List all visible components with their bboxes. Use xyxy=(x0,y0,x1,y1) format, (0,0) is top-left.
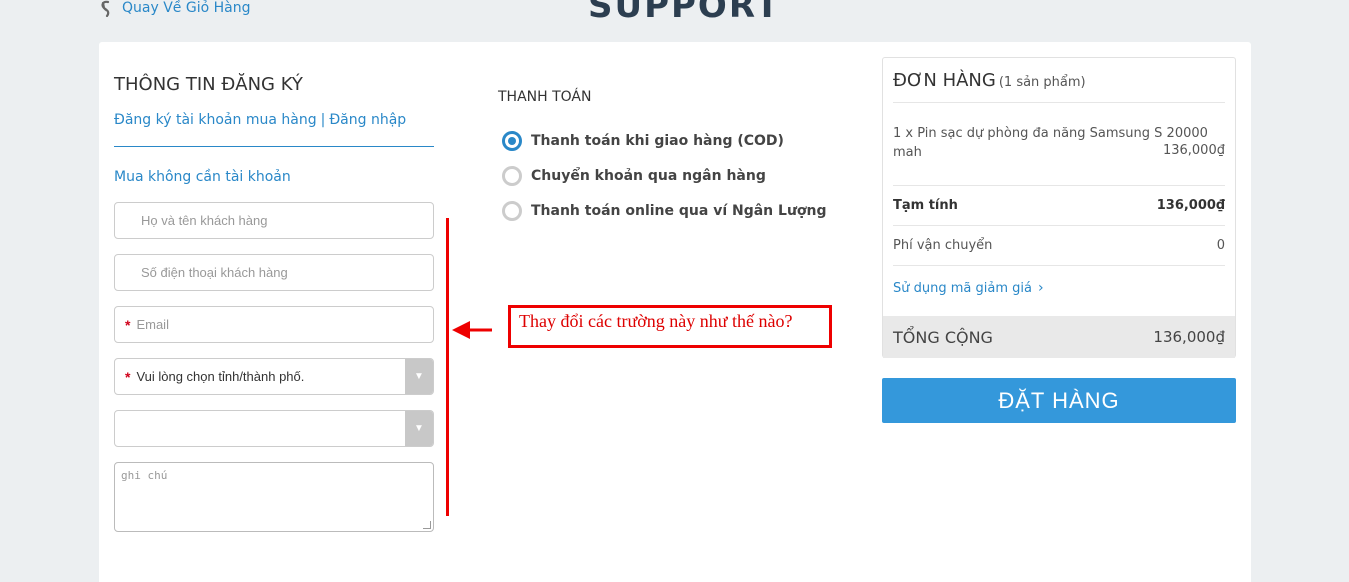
shipping-row: Phí vận chuyển 0 xyxy=(893,238,1225,253)
checkout-card: THÔNG TIN ĐĂNG KÝ Đăng ký tài khoản mua … xyxy=(99,42,1251,582)
payment-option-bank-transfer[interactable]: Chuyển khoản qua ngân hàng xyxy=(502,166,766,186)
back-link-label: Quay Về Giỏ Hàng xyxy=(122,0,251,16)
place-order-button[interactable]: ĐẶT HÀNG xyxy=(882,378,1236,423)
divider xyxy=(893,265,1225,266)
chevron-right-icon: › xyxy=(1037,280,1044,296)
name-placeholder: Họ và tên khách hàng xyxy=(141,213,268,228)
shipping-value: 0 xyxy=(1216,238,1225,253)
subtotal-value: 136,000₫ xyxy=(1156,198,1225,213)
radio-selected-icon[interactable] xyxy=(502,131,522,151)
district-select[interactable]: ▼ xyxy=(114,410,434,447)
radio-unselected-icon[interactable] xyxy=(502,166,522,186)
payment-title: THANH TOÁN xyxy=(498,89,592,105)
chevron-down-icon[interactable]: ▼ xyxy=(405,411,433,446)
province-select[interactable]: * Vui lòng chọn tỉnh/thành phố. ▼ xyxy=(114,358,434,395)
annotation-bracket-line xyxy=(446,218,449,516)
phone-input[interactable]: Số điện thoại khách hàng xyxy=(114,254,434,291)
name-input[interactable]: Họ và tên khách hàng xyxy=(114,202,434,239)
order-title: ĐƠN HÀNG (1 sản phẩm) xyxy=(893,70,1086,91)
phone-placeholder: Số điện thoại khách hàng xyxy=(141,265,288,280)
payment-option-label: Thanh toán khi giao hàng (COD) xyxy=(531,133,784,149)
registration-title: THÔNG TIN ĐĂNG KÝ xyxy=(114,74,303,95)
chevron-down-icon[interactable]: ▼ xyxy=(405,359,433,394)
radio-unselected-icon[interactable] xyxy=(502,201,522,221)
notes-textarea[interactable]: ghi chú xyxy=(114,462,434,532)
payment-option-label: Thanh toán online qua ví Ngân Lượng xyxy=(531,203,827,219)
order-title-text: ĐƠN HÀNG xyxy=(893,70,996,91)
login-link[interactable]: Đăng nhập xyxy=(329,112,406,128)
total-value: 136,000₫ xyxy=(1153,328,1225,346)
coupon-link[interactable]: Sử dụng mã giảm giá › xyxy=(893,280,1044,296)
shipping-label: Phí vận chuyển xyxy=(893,238,993,253)
divider xyxy=(893,185,1225,186)
register-link[interactable]: Đăng ký tài khoản mua hàng xyxy=(114,112,317,128)
province-selected-value: Vui lòng chọn tỉnh/thành phố. xyxy=(136,369,305,384)
coupon-label: Sử dụng mã giảm giá xyxy=(893,280,1032,296)
resize-handle-icon[interactable] xyxy=(423,521,431,529)
email-input[interactable]: * Email xyxy=(114,306,434,343)
back-to-cart-link[interactable]: Quay Về Giỏ Hàng xyxy=(98,0,250,17)
divider xyxy=(893,102,1225,103)
total-row: TỔNG CỘNG 136,000₫ xyxy=(883,316,1235,358)
divider xyxy=(893,225,1225,226)
account-links: Đăng ký tài khoản mua hàng | Đăng nhập xyxy=(114,112,406,128)
back-arrow-icon xyxy=(101,0,110,17)
page-title: SUPPORT xyxy=(588,0,781,26)
required-mark: * xyxy=(125,368,131,385)
order-item-count: (1 sản phẩm) xyxy=(998,75,1086,90)
payment-option-ngan-luong[interactable]: Thanh toán online qua ví Ngân Lượng xyxy=(502,201,827,221)
link-separator: | xyxy=(320,112,326,128)
guest-checkout-tab[interactable]: Mua không cần tài khoản xyxy=(114,169,291,185)
order-summary: ĐƠN HÀNG (1 sản phẩm) 1 x Pin sạc dự phòn… xyxy=(882,57,1236,358)
order-item-price: 136,000₫ xyxy=(1162,143,1225,158)
total-label: TỔNG CỘNG xyxy=(893,327,993,347)
payment-option-cod[interactable]: Thanh toán khi giao hàng (COD) xyxy=(502,131,784,151)
payment-option-label: Chuyển khoản qua ngân hàng xyxy=(531,168,766,184)
annotation-callout: Thay đổi các trường này như thế nào? xyxy=(508,305,832,348)
subtotal-label: Tạm tính xyxy=(893,198,958,213)
email-placeholder: Email xyxy=(136,317,169,332)
required-mark: * xyxy=(125,316,131,333)
subtotal-row: Tạm tính 136,000₫ xyxy=(893,198,1225,213)
notes-placeholder: ghi chú xyxy=(121,469,168,482)
annotation-arrow-icon xyxy=(452,321,492,339)
registration-divider xyxy=(114,146,434,147)
